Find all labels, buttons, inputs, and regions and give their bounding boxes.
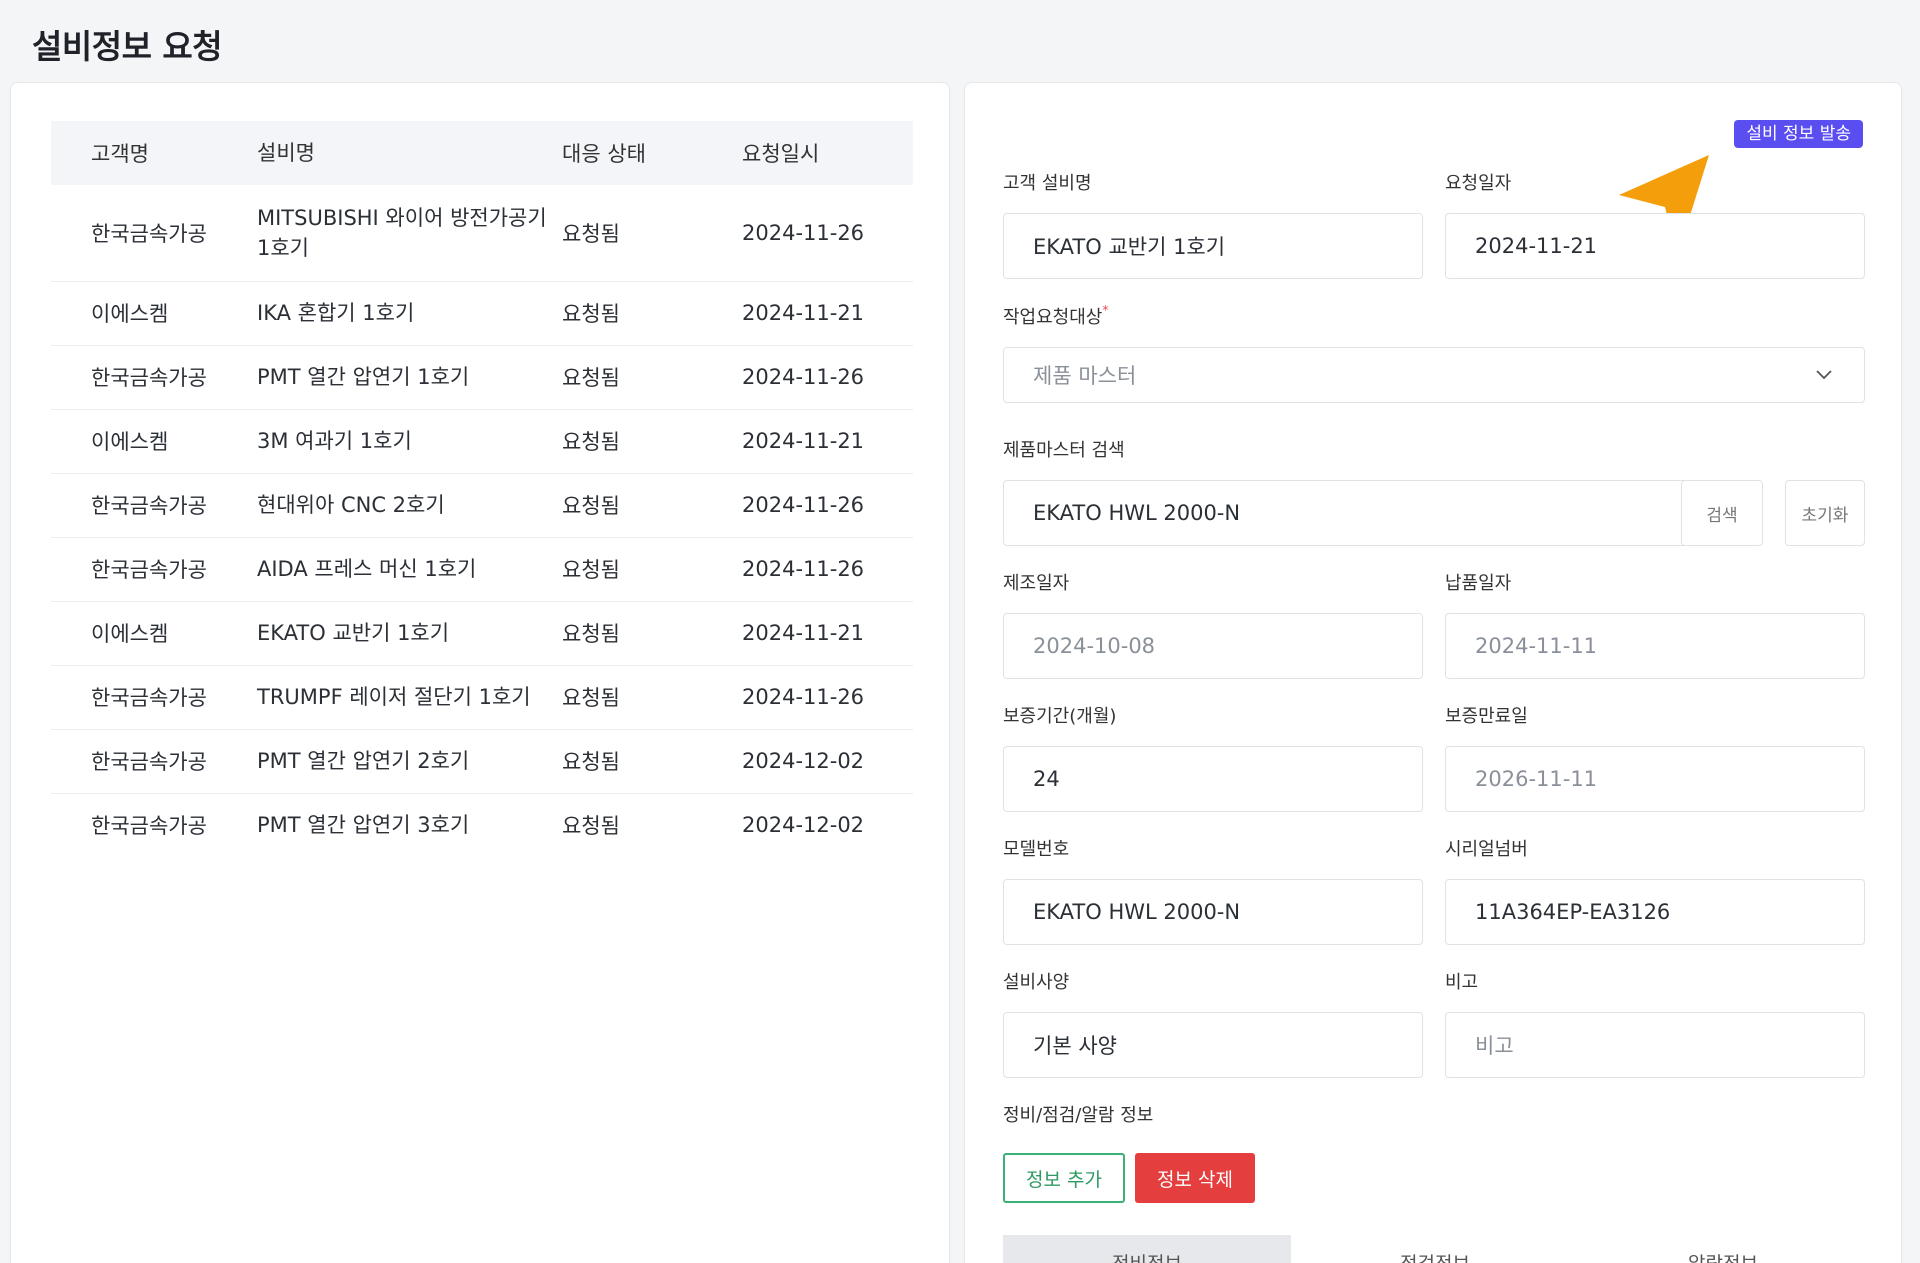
cell-customer: 한국금속가공 <box>51 185 257 282</box>
cell-customer: 이에스켐 <box>51 409 257 474</box>
cell-equipment: IKA 혼합기 1호기 <box>257 281 562 346</box>
cell-date: 2024-12-02 <box>742 729 913 794</box>
header-customer[interactable]: 고객명 <box>51 121 257 185</box>
cell-status: 요청됨 <box>562 729 742 794</box>
cell-equipment: EKATO 교반기 1호기 <box>257 601 562 666</box>
table-header-row: 고객명 설비명 대응 상태 요청일시 <box>51 121 913 185</box>
model-number-field[interactable]: EKATO HWL 2000-N <box>1003 879 1423 945</box>
cell-customer: 이에스켐 <box>51 281 257 346</box>
work-target-label-text: 작업요청대상 <box>1003 307 1103 328</box>
cell-status: 요청됨 <box>562 473 742 538</box>
request-date-label: 요청일자 <box>1445 173 1512 194</box>
delivery-date-field[interactable]: 2024-11-11 <box>1445 613 1865 679</box>
cell-equipment: 현대위아 CNC 2호기 <box>257 473 562 538</box>
request-list-panel: 고객명 설비명 대응 상태 요청일시 한국금속가공 MITSUBISHI 와이어… <box>10 82 950 1263</box>
chevron-down-icon <box>1816 370 1832 380</box>
spec-label: 설비사양 <box>1003 972 1070 993</box>
cell-date: 2024-11-21 <box>742 409 913 474</box>
cell-status: 요청됨 <box>562 345 742 410</box>
tab-inspection[interactable]: 점검정보 <box>1291 1235 1579 1263</box>
cell-status: 요청됨 <box>562 665 742 730</box>
customer-equipment-field[interactable]: EKATO 교반기 1호기 <box>1003 213 1423 279</box>
request-table: 고객명 설비명 대응 상태 요청일시 한국금속가공 MITSUBISHI 와이어… <box>51 121 913 857</box>
cell-date: 2024-11-26 <box>742 537 913 602</box>
tab-alarm[interactable]: 알람정보 <box>1579 1235 1867 1263</box>
table-row[interactable]: 이에스켐 3M 여과기 1호기 요청됨 2024-11-21 <box>51 409 913 474</box>
cell-equipment: 3M 여과기 1호기 <box>257 409 562 474</box>
model-number-label: 모델번호 <box>1003 839 1070 860</box>
table-row[interactable]: 한국금속가공 PMT 열간 압연기 3호기 요청됨 2024-12-02 <box>51 793 913 857</box>
header-status[interactable]: 대응 상태 <box>562 121 742 185</box>
cell-status: 요청됨 <box>562 281 742 346</box>
cell-date: 2024-11-26 <box>742 185 913 282</box>
cell-equipment: PMT 열간 압연기 2호기 <box>257 729 562 794</box>
tab-maintenance[interactable]: 정비정보 <box>1003 1235 1291 1263</box>
note-label: 비고 <box>1445 972 1479 993</box>
cell-date: 2024-11-26 <box>742 473 913 538</box>
required-mark: * <box>1102 303 1109 317</box>
table-row[interactable]: 한국금속가공 TRUMPF 레이저 절단기 1호기 요청됨 2024-11-26 <box>51 665 913 730</box>
add-info-button[interactable]: 정보 추가 <box>1003 1153 1125 1203</box>
search-button[interactable]: 검색 <box>1681 480 1763 546</box>
send-equipment-info-button[interactable]: 설비 정보 발송 <box>1734 120 1863 148</box>
equipment-detail-panel: 설비 정보 발송 고객 설비명 요청일자 EKATO 교반기 1호기 2024-… <box>964 82 1902 1263</box>
cell-date: 2024-11-26 <box>742 345 913 410</box>
product-search-label: 제품마스터 검색 <box>1003 440 1125 461</box>
reset-button[interactable]: 초기화 <box>1785 480 1865 546</box>
cell-status: 요청됨 <box>562 409 742 474</box>
table-row[interactable]: 한국금속가공 AIDA 프레스 머신 1호기 요청됨 2024-11-26 <box>51 537 913 602</box>
delete-info-button[interactable]: 정보 삭제 <box>1135 1153 1255 1203</box>
table-row[interactable]: 한국금속가공 PMT 열간 압연기 1호기 요청됨 2024-11-26 <box>51 345 913 410</box>
table-row[interactable]: 한국금속가공 PMT 열간 압연기 2호기 요청됨 2024-12-02 <box>51 729 913 794</box>
work-target-select[interactable]: 제품 마스터 <box>1003 347 1865 403</box>
cell-equipment: PMT 열간 압연기 3호기 <box>257 813 470 838</box>
table-row[interactable]: 이에스켐 EKATO 교반기 1호기 요청됨 2024-11-21 <box>51 601 913 666</box>
delivery-date-label: 납품일자 <box>1445 573 1512 594</box>
warranty-months-field[interactable]: 24 <box>1003 746 1423 812</box>
header-equipment[interactable]: 설비명 <box>257 121 562 185</box>
note-field[interactable]: 비고 <box>1445 1012 1865 1078</box>
cell-status: 요청됨 <box>562 814 620 839</box>
cell-customer: 한국금속가공 <box>51 345 257 410</box>
page-title: 설비정보 요청 <box>32 27 223 66</box>
product-search-input[interactable]: EKATO HWL 2000-N <box>1003 480 1723 546</box>
header-date[interactable]: 요청일시 <box>742 121 913 185</box>
manufacture-date-field[interactable]: 2024-10-08 <box>1003 613 1423 679</box>
cell-date: 2024-11-21 <box>742 601 913 666</box>
table-row[interactable]: 이에스켐 IKA 혼합기 1호기 요청됨 2024-11-21 <box>51 281 913 346</box>
serial-number-label: 시리얼넘버 <box>1445 839 1528 860</box>
manufacture-date-label: 제조일자 <box>1003 573 1070 594</box>
cell-date: 2024-11-26 <box>742 665 913 730</box>
table-row[interactable]: 한국금속가공 MITSUBISHI 와이어 방전가공기 1호기 요청됨 2024… <box>51 185 913 282</box>
cell-customer: 이에스켐 <box>51 601 257 666</box>
customer-equipment-label: 고객 설비명 <box>1003 173 1092 194</box>
spec-field[interactable]: 기본 사양 <box>1003 1012 1423 1078</box>
serial-number-field[interactable]: 11A364EP-EA3126 <box>1445 879 1865 945</box>
cell-equipment: PMT 열간 압연기 1호기 <box>257 345 562 410</box>
info-tabs: 정비정보 점검정보 알람정보 <box>1003 1235 1867 1263</box>
cell-customer: 한국금속가공 <box>51 473 257 538</box>
cell-date: 2024-11-21 <box>742 281 913 346</box>
warranty-end-field[interactable]: 2026-11-11 <box>1445 746 1865 812</box>
cell-status: 요청됨 <box>562 601 742 666</box>
info-section-label: 정비/점검/알람 정보 <box>1003 1105 1154 1126</box>
cell-status: 요청됨 <box>562 185 742 282</box>
work-target-value: 제품 마스터 <box>1033 364 1137 388</box>
cell-equipment: TRUMPF 레이저 절단기 1호기 <box>257 665 562 730</box>
cell-status: 요청됨 <box>562 537 742 602</box>
cell-equipment: AIDA 프레스 머신 1호기 <box>257 537 562 602</box>
cell-customer: 한국금속가공 <box>91 814 207 839</box>
cell-date: 2024-12-02 <box>742 813 865 838</box>
cell-customer: 한국금속가공 <box>51 665 257 730</box>
table-row[interactable]: 한국금속가공 현대위아 CNC 2호기 요청됨 2024-11-26 <box>51 473 913 538</box>
request-date-field[interactable]: 2024-11-21 <box>1445 213 1865 279</box>
cell-customer: 한국금속가공 <box>51 537 257 602</box>
warranty-months-label: 보증기간(개월) <box>1003 706 1117 727</box>
work-target-label: 작업요청대상* <box>1003 303 1108 329</box>
cell-customer: 한국금속가공 <box>51 729 257 794</box>
warranty-end-label: 보증만료일 <box>1445 706 1528 727</box>
cell-equipment: MITSUBISHI 와이어 방전가공기 1호기 <box>257 185 562 282</box>
